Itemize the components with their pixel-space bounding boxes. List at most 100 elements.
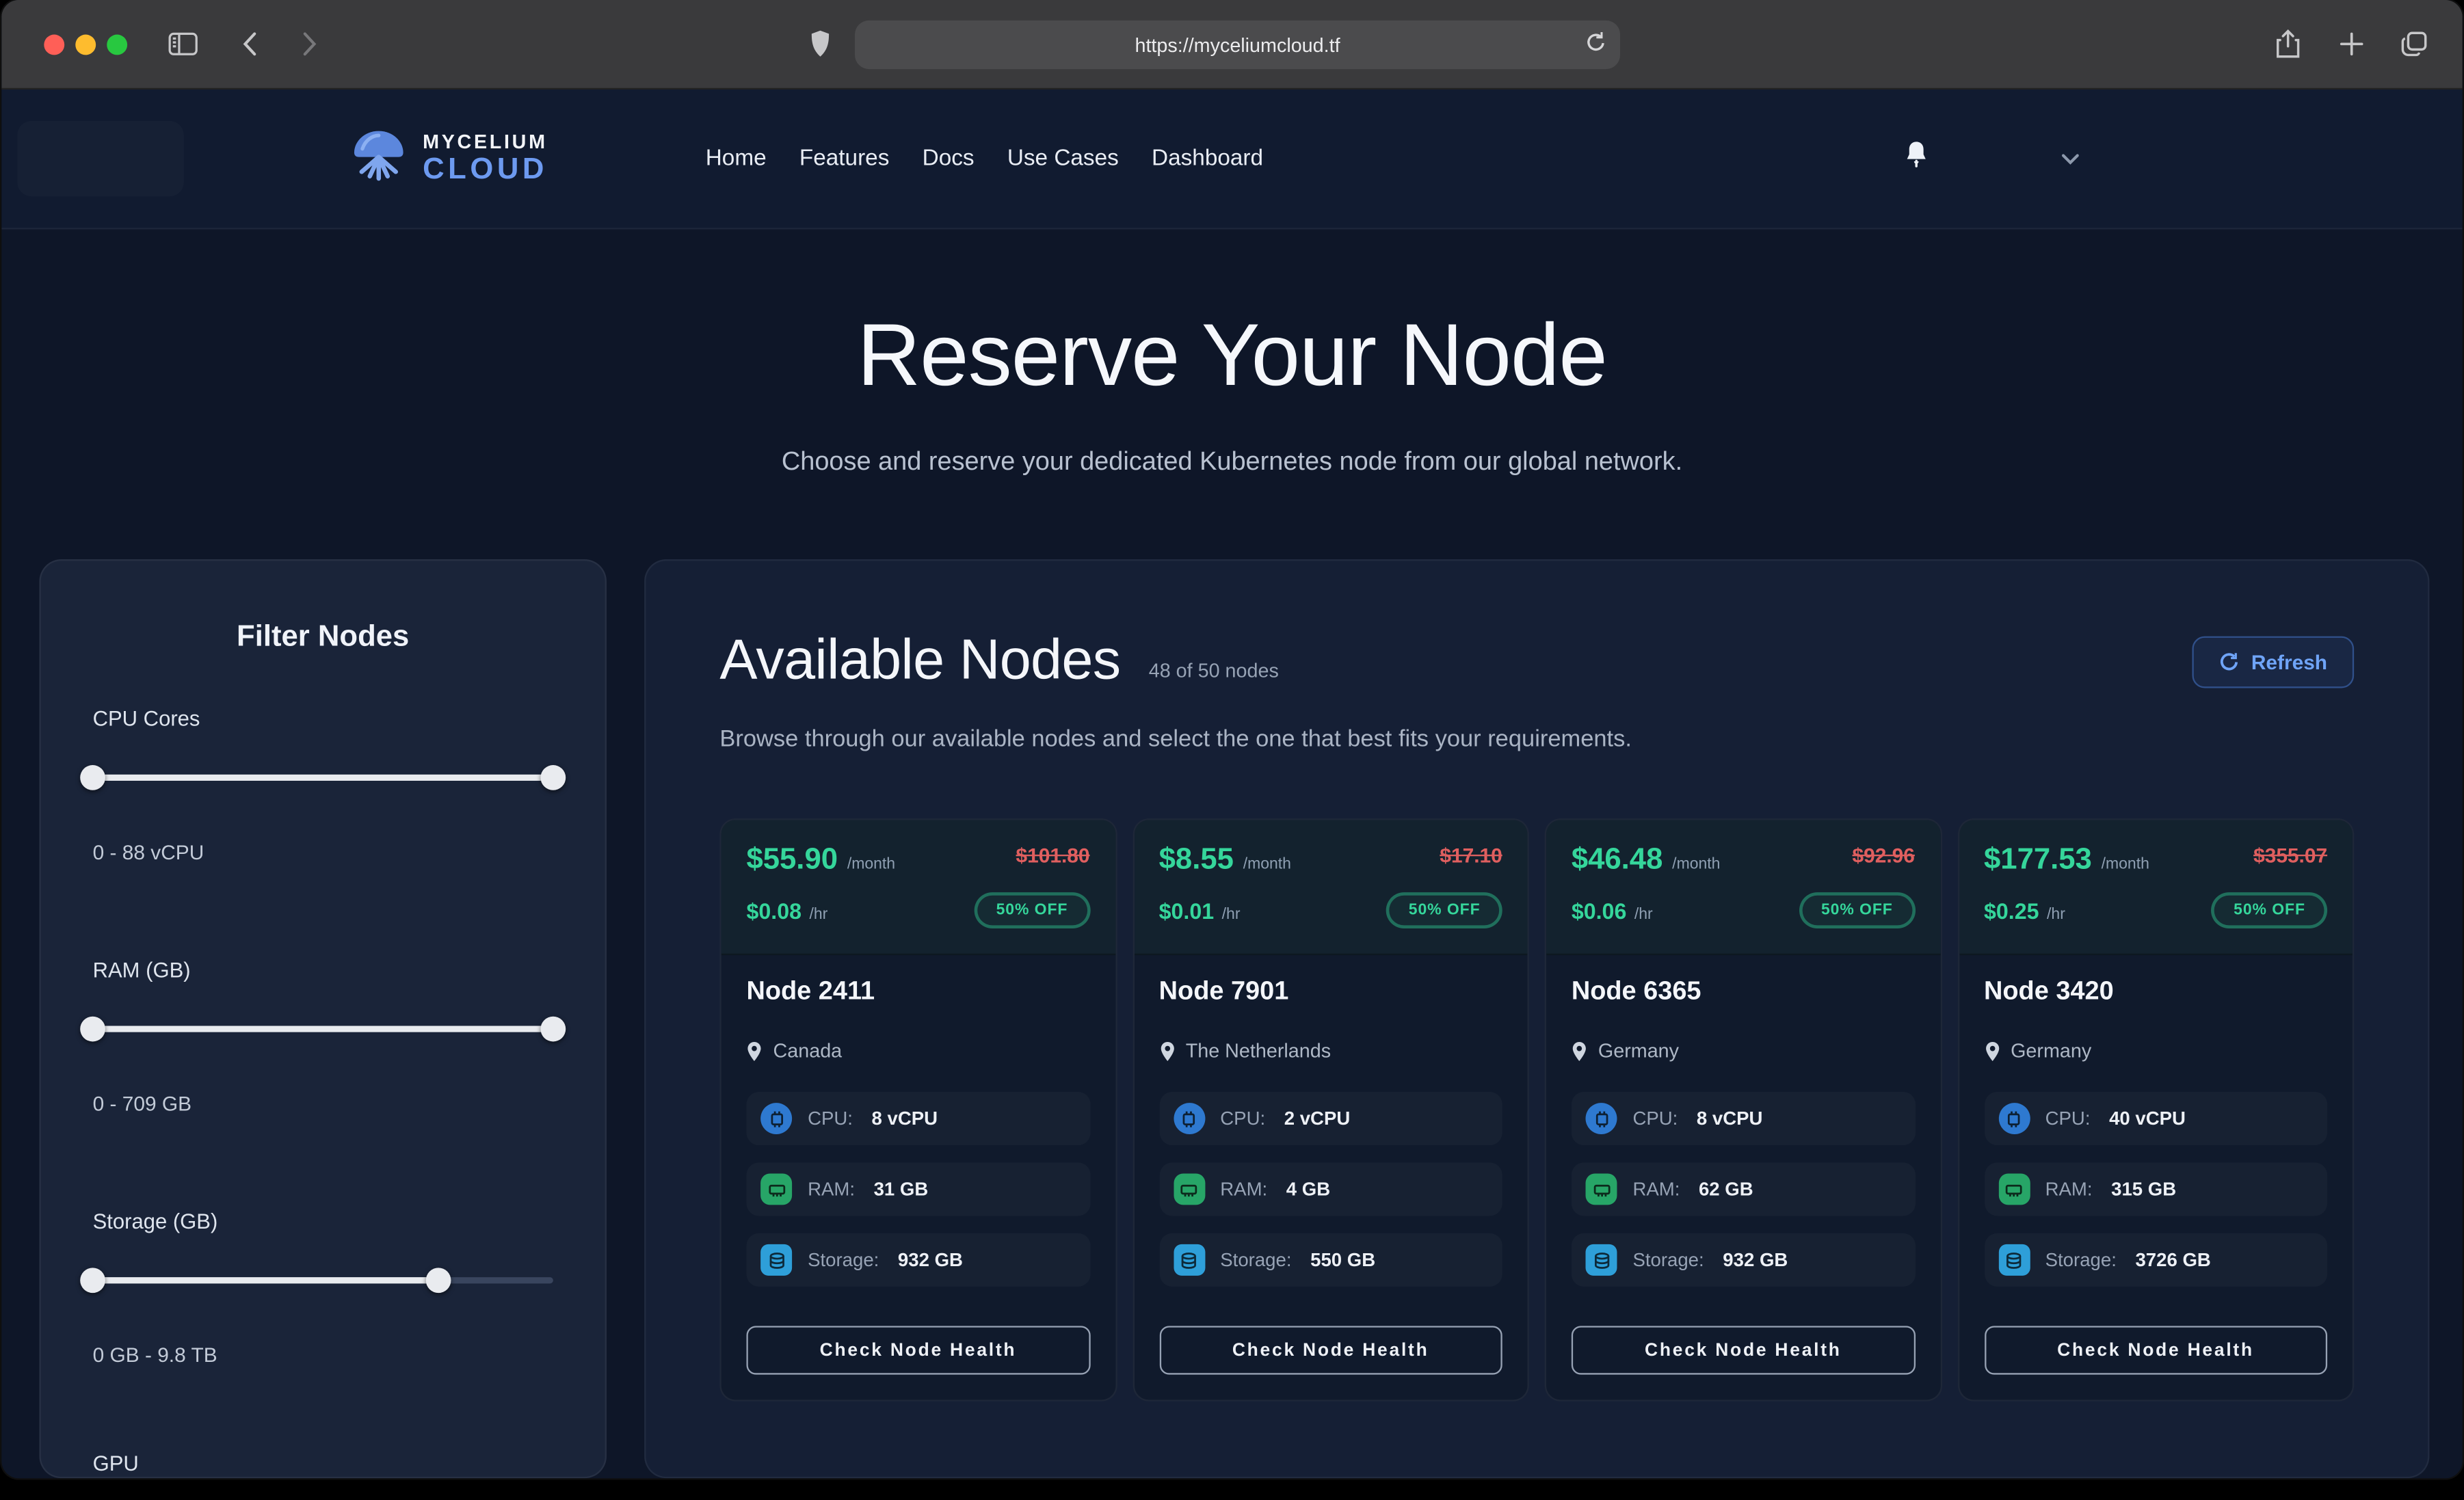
storage-spec-row: Storage: 932 GB: [746, 1233, 1089, 1287]
slider-handle-high[interactable]: [425, 1268, 451, 1293]
refresh-icon: [2218, 652, 2239, 673]
nav-link[interactable]: Home: [706, 146, 767, 172]
nav-link[interactable]: Docs: [923, 146, 975, 172]
node-card-body: Node 2411 Canada CPU: 8 vCPU: [721, 955, 1115, 1399]
slider-handle-low[interactable]: [80, 1268, 105, 1293]
range-slider[interactable]: [93, 1017, 553, 1042]
cpu-label: CPU:: [1632, 1108, 1678, 1129]
reload-icon[interactable]: [1586, 30, 1606, 60]
privacy-shield-icon[interactable]: [809, 30, 831, 58]
slider-handle-low[interactable]: [80, 1017, 105, 1042]
node-name: Node 6365: [1572, 977, 1915, 1007]
cpu-spec-row: CPU: 8 vCPU: [1572, 1092, 1915, 1145]
browser-window: https://myceliumcloud.tf: [1, 0, 2462, 1478]
navbar-ghost-placeholder: [17, 121, 184, 196]
refresh-button[interactable]: Refresh: [2192, 637, 2355, 688]
filter-sliders: CPU Cores 0 - 88 vCPU RAM (GB) 0 - 709 G…: [93, 707, 553, 1367]
cpu-icon: [760, 1103, 792, 1134]
node-name: Node 2411: [746, 977, 1089, 1007]
cpu-icon: [1586, 1103, 1617, 1134]
node-card: $177.53 /month $355.07 $0.25 /hr 50% OFF…: [1957, 818, 2354, 1401]
nav-link[interactable]: Use Cases: [1007, 146, 1119, 172]
url-bar[interactable]: https://myceliumcloud.tf: [855, 21, 1620, 69]
hero-section: Reserve Your Node Choose and reserve you…: [1, 303, 2462, 477]
filter-panel-title: Filter Nodes: [93, 621, 553, 656]
check-node-health-button[interactable]: Check Node Health: [1984, 1326, 2327, 1374]
node-location: The Netherlands: [1186, 1040, 1331, 1062]
node-card: $8.55 /month $17.10 $0.01 /hr 50% OFF No…: [1132, 818, 1529, 1401]
check-node-health-button[interactable]: Check Node Health: [1572, 1326, 1915, 1374]
per-month-unit: /month: [847, 856, 895, 873]
ram-icon: [1586, 1173, 1617, 1205]
node-card-pricing: $177.53 /month $355.07 $0.25 /hr 50% OFF: [1959, 820, 2353, 955]
site-navbar: MYCELIUM CLOUD Home Features Docs Use Ca…: [1, 90, 2462, 230]
storage-icon: [1586, 1244, 1617, 1276]
content-area: Filter Nodes CPU Cores 0 - 88 vCPU RAM (…: [1, 559, 2462, 1478]
page-subtitle: Choose and reserve your dedicated Kubern…: [1, 448, 2462, 478]
tab-overview-icon[interactable]: [2401, 31, 2428, 57]
brand-name-top: MYCELIUM: [423, 133, 548, 152]
cpu-icon: [1173, 1103, 1204, 1134]
slider-handle-high[interactable]: [540, 765, 566, 790]
minimize-window-button[interactable]: [75, 35, 96, 55]
brand-name-bottom: CLOUD: [423, 155, 548, 185]
node-card-pricing: $46.48 /month $92.96 $0.06 /hr 50% OFF: [1546, 820, 1940, 955]
close-window-button[interactable]: [44, 35, 64, 55]
cpu-spec-row: CPU: 8 vCPU: [746, 1092, 1089, 1145]
check-node-health-button[interactable]: Check Node Health: [746, 1326, 1089, 1374]
brand-logo[interactable]: MYCELIUM CLOUD: [349, 128, 548, 189]
gpu-filter-label: GPU: [93, 1451, 553, 1475]
ram-label: RAM:: [1220, 1178, 1267, 1200]
notifications-bell-icon[interactable]: [1903, 140, 1930, 178]
cpu-value: 8 vCPU: [1697, 1108, 1763, 1129]
cpu-label: CPU:: [808, 1108, 853, 1129]
filter-label: Storage (GB): [93, 1209, 553, 1233]
slider-handle-low[interactable]: [80, 765, 105, 790]
forward-icon[interactable]: [302, 31, 317, 57]
location-pin-icon: [1984, 1041, 2000, 1061]
back-icon[interactable]: [242, 31, 258, 57]
slider-track[interactable]: [93, 775, 553, 781]
slider-handle-high[interactable]: [540, 1017, 566, 1042]
check-node-health-button[interactable]: Check Node Health: [1159, 1326, 1502, 1374]
node-name: Node 3420: [1984, 977, 2327, 1007]
filter-label: CPU Cores: [93, 707, 553, 730]
node-card-pricing: $55.90 /month $101.80 $0.08 /hr 50% OFF: [721, 820, 1115, 955]
old-price: $17.10: [1440, 844, 1502, 867]
ram-value: 31 GB: [874, 1178, 929, 1200]
storage-label: Storage:: [1632, 1249, 1704, 1271]
range-slider[interactable]: [93, 765, 553, 790]
discount-badge: 50% OFF: [1799, 892, 1915, 928]
cpu-label: CPU:: [1220, 1108, 1265, 1129]
slider-track[interactable]: [93, 1026, 553, 1032]
new-tab-icon[interactable]: [2340, 32, 2363, 55]
ram-label: RAM:: [808, 1178, 855, 1200]
filter-section: CPU Cores 0 - 88 vCPU: [93, 707, 553, 864]
storage-label: Storage:: [808, 1249, 879, 1271]
filter-panel: Filter Nodes CPU Cores 0 - 88 vCPU RAM (…: [39, 559, 607, 1478]
storage-label: Storage:: [1220, 1249, 1291, 1271]
price-per-hour: $0.08: [746, 898, 802, 923]
mycelium-logo-icon: [349, 128, 408, 189]
cpu-label: CPU:: [2045, 1108, 2091, 1129]
slider-track[interactable]: [93, 1277, 553, 1283]
filter-section: Storage (GB) 0 GB - 9.8 TB: [93, 1209, 553, 1367]
zoom-window-button[interactable]: [107, 35, 127, 55]
storage-spec-row: Storage: 3726 GB: [1984, 1233, 2327, 1287]
nav-link[interactable]: Dashboard: [1152, 146, 1263, 172]
chevron-down-icon[interactable]: [2062, 144, 2079, 172]
share-icon[interactable]: [2275, 29, 2301, 59]
old-price: $355.07: [2253, 844, 2327, 867]
refresh-button-label: Refresh: [2251, 650, 2327, 673]
available-nodes-panel: Available Nodes 48 of 50 nodes Refresh B…: [644, 559, 2429, 1478]
nodes-panel-header: Available Nodes 48 of 50 nodes Refresh: [719, 627, 2354, 693]
cpu-spec-row: CPU: 40 vCPU: [1984, 1092, 2327, 1145]
per-hour-unit: /hr: [2047, 906, 2065, 923]
filter-range-text: 0 GB - 9.8 TB: [93, 1343, 553, 1367]
cpu-icon: [1998, 1103, 2030, 1134]
nav-link[interactable]: Features: [799, 146, 890, 172]
sidebar-toggle-icon[interactable]: [168, 32, 198, 55]
ram-value: 62 GB: [1699, 1178, 1753, 1200]
range-slider[interactable]: [93, 1268, 553, 1293]
ram-spec-row: RAM: 4 GB: [1159, 1162, 1502, 1216]
